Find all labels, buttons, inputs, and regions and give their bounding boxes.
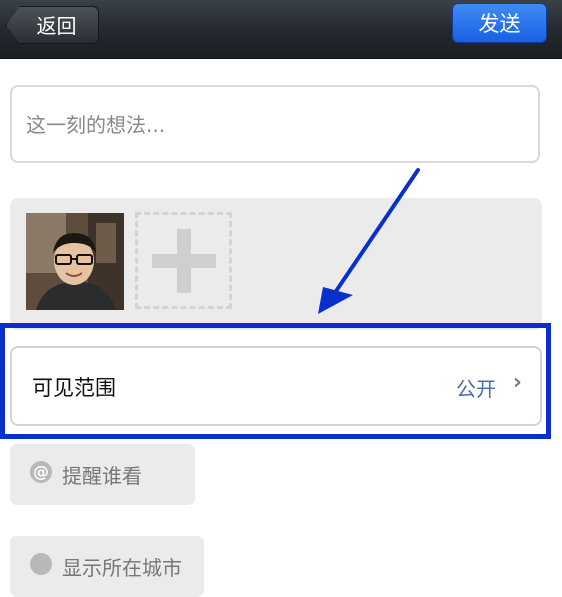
post-text-box[interactable] <box>10 85 540 163</box>
mention-label: 提醒谁看 <box>62 464 142 488</box>
add-photo-button[interactable] <box>135 212 232 309</box>
location-pin-icon <box>30 553 52 575</box>
mention-button[interactable]: @ 提醒谁看 <box>10 444 195 505</box>
top-nav-bar: 返回 发送 <box>0 0 562 59</box>
highlight-box-annotation <box>0 323 551 439</box>
selfie-photo-thumbnail[interactable] <box>26 213 124 310</box>
selfie-photo-image <box>26 213 124 310</box>
send-button[interactable]: 发送 <box>452 3 547 43</box>
location-label: 显示所在城市 <box>62 556 182 580</box>
back-button[interactable]: 返回 <box>6 6 99 44</box>
post-text-input[interactable] <box>24 105 528 145</box>
at-sign-icon: @ <box>30 461 52 483</box>
photo-area <box>10 198 542 330</box>
location-button[interactable]: 显示所在城市 <box>10 536 204 597</box>
